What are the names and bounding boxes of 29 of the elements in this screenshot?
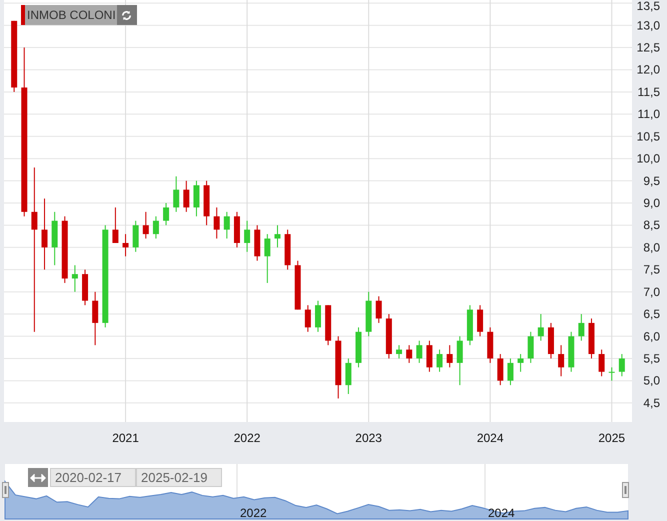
x-axis-label: 2021 — [112, 431, 139, 445]
y-axis-label: 10,0 — [636, 152, 660, 166]
y-axis-label: 5,0 — [643, 374, 660, 388]
y-axis-label: 9,5 — [643, 174, 660, 188]
y-axis-label: 7,5 — [643, 262, 660, 277]
y-axis-label: 8,5 — [643, 218, 660, 232]
y-axis-label: 5,5 — [643, 351, 660, 366]
x-axis-label: 2023 — [355, 431, 382, 445]
y-axis-label: 6,5 — [643, 307, 660, 322]
x-axis-label: 2025 — [598, 431, 626, 445]
instrument-label: INMOB COLONI — [21, 5, 117, 25]
y-axis-label: 10,5 — [636, 129, 660, 144]
y-axis-label: 13,0 — [636, 18, 660, 32]
y-axis-label: 4,5 — [643, 396, 660, 410]
y-axis-label: 6,0 — [643, 329, 660, 344]
navigator-year-label: 2024 — [488, 506, 515, 520]
y-axis-label: 11,0 — [638, 107, 660, 122]
x-axis-label: 2024 — [476, 431, 504, 445]
y-axis-label: 13,5 — [636, 0, 660, 13]
end-date-field[interactable]: 2025-02-19 — [136, 468, 222, 487]
y-axis-label: 12,5 — [636, 40, 660, 55]
y-axis-label: 8,0 — [643, 240, 660, 254]
x-axis-label: 2022 — [234, 431, 260, 445]
y-axis-label: 12,0 — [636, 62, 660, 77]
y-axis-label: 7,0 — [643, 284, 660, 299]
y-axis-label: 11,5 — [638, 84, 660, 99]
navigator-year-label: 2022 — [240, 506, 267, 520]
start-date-field[interactable]: 2020-02-17 — [50, 468, 136, 487]
y-axis-label: 9,0 — [643, 196, 660, 210]
